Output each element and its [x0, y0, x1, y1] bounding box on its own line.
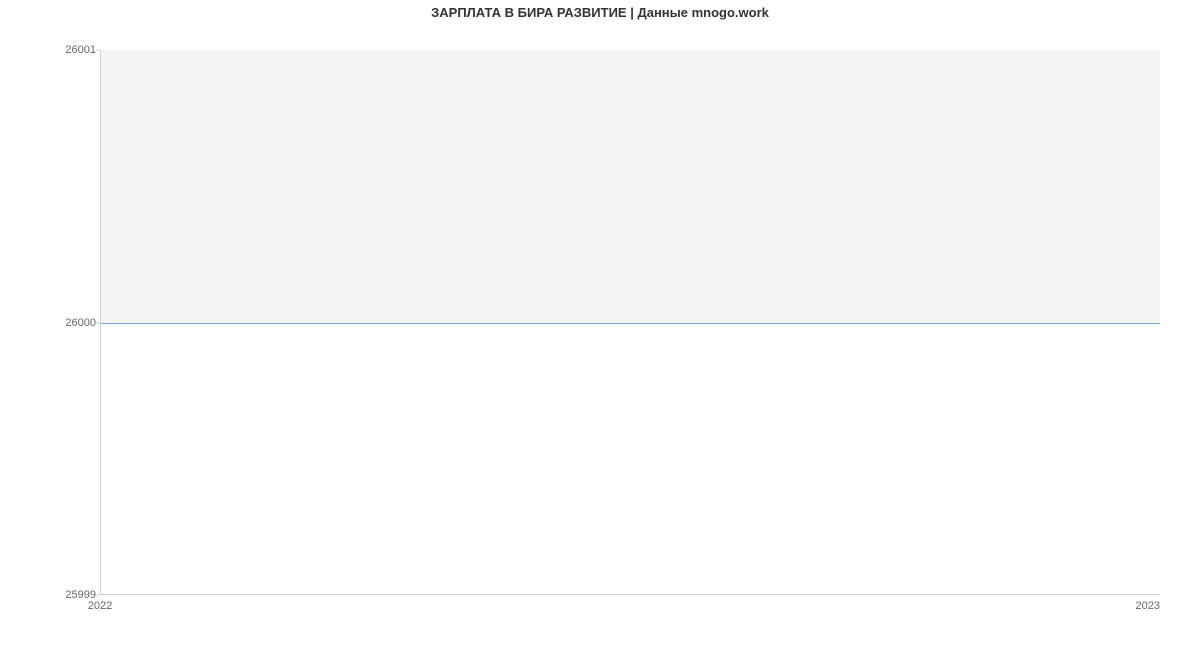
- y-tick-label-mid: 26000: [6, 317, 96, 329]
- x-axis-line: [100, 594, 1160, 595]
- salary-chart: ЗАРПЛАТА В БИРА РАЗВИТИЕ | Данные mnogo.…: [0, 0, 1200, 650]
- series-area-fill: [100, 50, 1160, 324]
- chart-title: ЗАРПЛАТА В БИРА РАЗВИТИЕ | Данные mnogo.…: [0, 5, 1200, 20]
- x-tick-label-left: 2022: [88, 600, 112, 612]
- y-tick-label-top: 26001: [6, 44, 96, 56]
- y-axis-line: [100, 50, 101, 595]
- plot-area: [100, 50, 1160, 595]
- x-tick-label-right: 2023: [1136, 600, 1160, 612]
- y-tick-label-bottom: 25999: [6, 589, 96, 601]
